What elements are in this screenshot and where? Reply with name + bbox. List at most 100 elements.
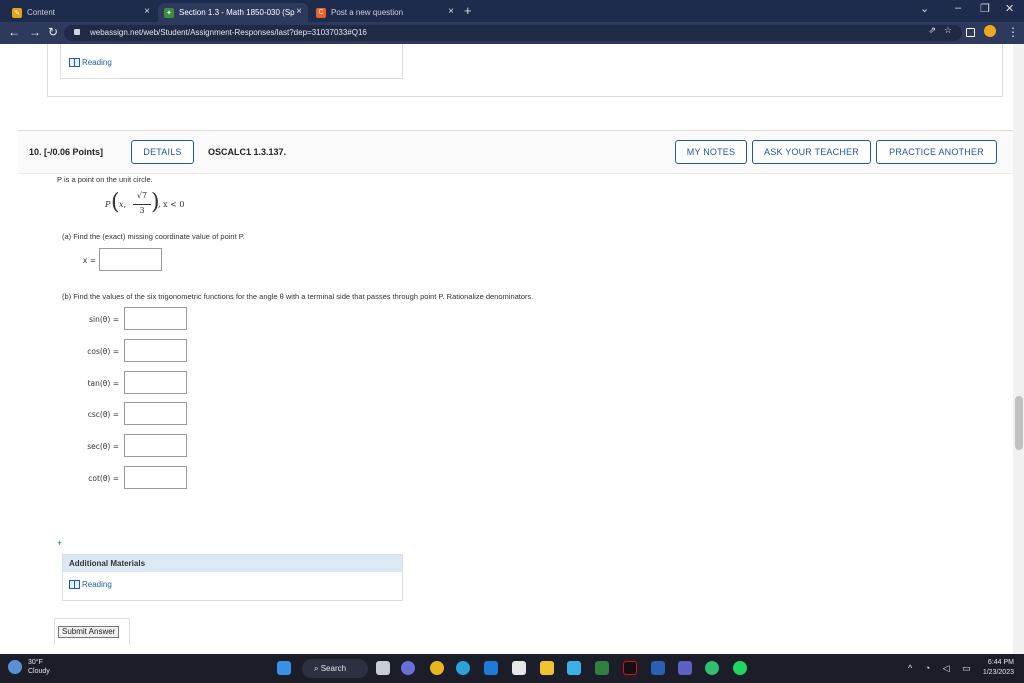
cot-label: cot(θ) = xyxy=(88,474,119,483)
my-notes-button[interactable]: MY NOTES xyxy=(675,140,747,164)
question-code: OSCALC1 1.3.137. xyxy=(208,147,287,157)
sec-label: sec(θ) = xyxy=(87,442,119,451)
tab-close-icon[interactable]: × xyxy=(144,6,150,17)
windows-taskbar: 30°F Cloudy ⌕ Search ^ ◔ ◁ ▭ 6:44 PM 1/23… xyxy=(0,654,1024,683)
system-tray-icons[interactable]: ^ ◔ ◁ ▭ xyxy=(908,663,976,674)
part-a-text: (a) Find the (exact) missing coordinate … xyxy=(62,232,245,241)
point-numerator: √7 xyxy=(136,191,148,200)
clock[interactable]: 6:44 PM 1/23/2023 xyxy=(983,658,1014,678)
menu-kebab-icon[interactable]: ⋮ xyxy=(1007,25,1019,39)
file-explorer-icon[interactable] xyxy=(540,661,554,675)
calculator-icon[interactable] xyxy=(595,661,609,675)
submit-answer-button[interactable]: Submit Answer xyxy=(58,626,120,638)
point-denominator: 3 xyxy=(139,206,145,215)
weather-widget[interactable]: 30°F Cloudy xyxy=(8,658,50,676)
point-x: x, xyxy=(119,200,127,209)
lock-icon xyxy=(74,29,80,35)
tab-close-icon[interactable]: × xyxy=(448,6,454,17)
csc-answer-input[interactable] xyxy=(124,402,187,425)
tab-content[interactable]: ✎ Content × xyxy=(6,3,156,22)
details-button[interactable]: DETAILS xyxy=(131,140,194,164)
share-icon[interactable]: ⇗ xyxy=(928,25,936,36)
weather-condition: Cloudy xyxy=(28,668,50,675)
practice-another-button[interactable]: PRACTICE ANOTHER xyxy=(876,140,997,164)
ask-your-teacher-button[interactable]: ASK YOUR TEACHER xyxy=(752,140,871,164)
point-condition: , x < 0 xyxy=(158,200,185,209)
cot-answer-input[interactable] xyxy=(124,466,187,489)
reading-link[interactable]: Reading xyxy=(69,580,112,589)
sec-answer-input[interactable] xyxy=(124,434,187,457)
url-text: webassign.net/web/Student/Assignment-Res… xyxy=(90,28,367,37)
intro-text: P is a point on the unit circle. xyxy=(57,175,153,184)
tab-post-question[interactable]: C Post a new question × xyxy=(310,3,460,22)
back-arrow-icon[interactable]: ← xyxy=(8,25,20,39)
webassign-page: Reading 10. [-/0.06 Points] DETAILS OSCA… xyxy=(0,44,1013,654)
windows-start-icon[interactable] xyxy=(277,661,291,675)
page-scrollbar[interactable] xyxy=(1013,44,1024,654)
reload-icon[interactable]: ↻ xyxy=(48,25,58,39)
new-tab-button[interactable]: + xyxy=(464,3,472,18)
question-header: 10. [-/0.06 Points] DETAILS OSCALC1 1.3.… xyxy=(18,130,1013,174)
close-window-icon[interactable]: ✕ xyxy=(1005,2,1014,15)
minimize-icon[interactable]: – xyxy=(955,2,961,14)
url-field[interactable]: webassign.net/web/Student/Assignment-Res… xyxy=(64,25,962,41)
webassign-tab-icon: ✦ xyxy=(164,7,174,18)
tab-close-icon[interactable]: × xyxy=(296,6,302,17)
reading-label: Reading xyxy=(82,580,112,589)
taskbar-search[interactable]: ⌕ Search xyxy=(302,659,368,678)
previous-question-card: Reading xyxy=(47,44,1003,97)
part-b-text: (b) Find the values of the six trigonome… xyxy=(62,292,534,301)
sin-answer-input[interactable] xyxy=(124,307,187,330)
tab-section-1-3[interactable]: ✦ Section 1.3 - Math 1850-030 (Sp × xyxy=(158,3,308,22)
x-label: x = xyxy=(82,256,96,265)
point-prefix: P xyxy=(105,200,111,209)
chrome-icon[interactable] xyxy=(430,661,444,675)
profile-avatar-icon[interactable] xyxy=(984,25,996,37)
browser-address-bar: ← → ↻ webassign.net/web/Student/Assignme… xyxy=(0,22,1024,44)
word-icon[interactable] xyxy=(651,661,665,675)
task-view-icon[interactable] xyxy=(376,661,390,675)
extension-icon[interactable] xyxy=(966,28,975,37)
tan-label: tan(θ) = xyxy=(87,379,119,388)
tab-search-chevron-icon[interactable]: ⌄ xyxy=(920,2,929,15)
netflix-icon[interactable] xyxy=(623,661,637,675)
tab-label: Post a new question xyxy=(331,8,404,17)
cos-answer-input[interactable] xyxy=(124,339,187,362)
cloudy-moon-icon xyxy=(8,660,22,674)
store-icon[interactable] xyxy=(512,661,526,675)
clock-date: 1/23/2023 xyxy=(982,669,1014,676)
browser-tab-bar: ✎ Content × ✦ Section 1.3 - Math 1850-03… xyxy=(0,0,1024,22)
forward-arrow-icon[interactable]: → xyxy=(29,25,41,39)
previous-additional-materials: Reading xyxy=(60,44,403,79)
edge-icon[interactable] xyxy=(456,661,470,675)
chegg-tab-icon: C xyxy=(316,7,326,18)
x-answer-input[interactable] xyxy=(99,248,162,271)
bookmark-star-icon[interactable]: ☆ xyxy=(944,25,952,36)
csc-label: csc(θ) = xyxy=(87,410,119,419)
additional-materials-header: Additional Materials xyxy=(63,555,402,572)
question-content: P is a point on the unit circle. P ( x, … xyxy=(0,174,1013,654)
teams-icon[interactable] xyxy=(678,661,692,675)
tab-label: Section 1.3 - Math 1850-030 (Sp xyxy=(179,8,295,17)
sin-label: sin(θ) = xyxy=(89,315,119,324)
tab-label: Content xyxy=(27,8,56,17)
expand-plus-icon[interactable]: + xyxy=(57,538,62,548)
cos-label: cos(θ) = xyxy=(87,347,119,356)
scrollbar-thumb[interactable] xyxy=(1015,396,1023,450)
spotify-icon[interactable] xyxy=(733,661,747,675)
app-icon[interactable] xyxy=(567,661,581,675)
media-player-icon[interactable] xyxy=(705,661,719,675)
clock-time: 6:44 PM xyxy=(987,659,1014,666)
additional-materials-box: Additional Materials Reading xyxy=(62,554,403,601)
restore-icon[interactable]: ❐ xyxy=(980,2,990,15)
mail-icon[interactable] xyxy=(484,661,498,675)
reading-label: Reading xyxy=(82,58,112,67)
teams-chat-icon[interactable] xyxy=(401,661,415,675)
reading-link[interactable]: Reading xyxy=(69,58,112,67)
tan-answer-input[interactable] xyxy=(124,371,187,394)
search-label: Search xyxy=(320,664,347,673)
submit-area: Submit Answer xyxy=(54,618,130,644)
fraction-bar xyxy=(133,204,151,205)
weather-temp: 30°F xyxy=(28,659,43,666)
content-tab-icon: ✎ xyxy=(12,7,22,18)
